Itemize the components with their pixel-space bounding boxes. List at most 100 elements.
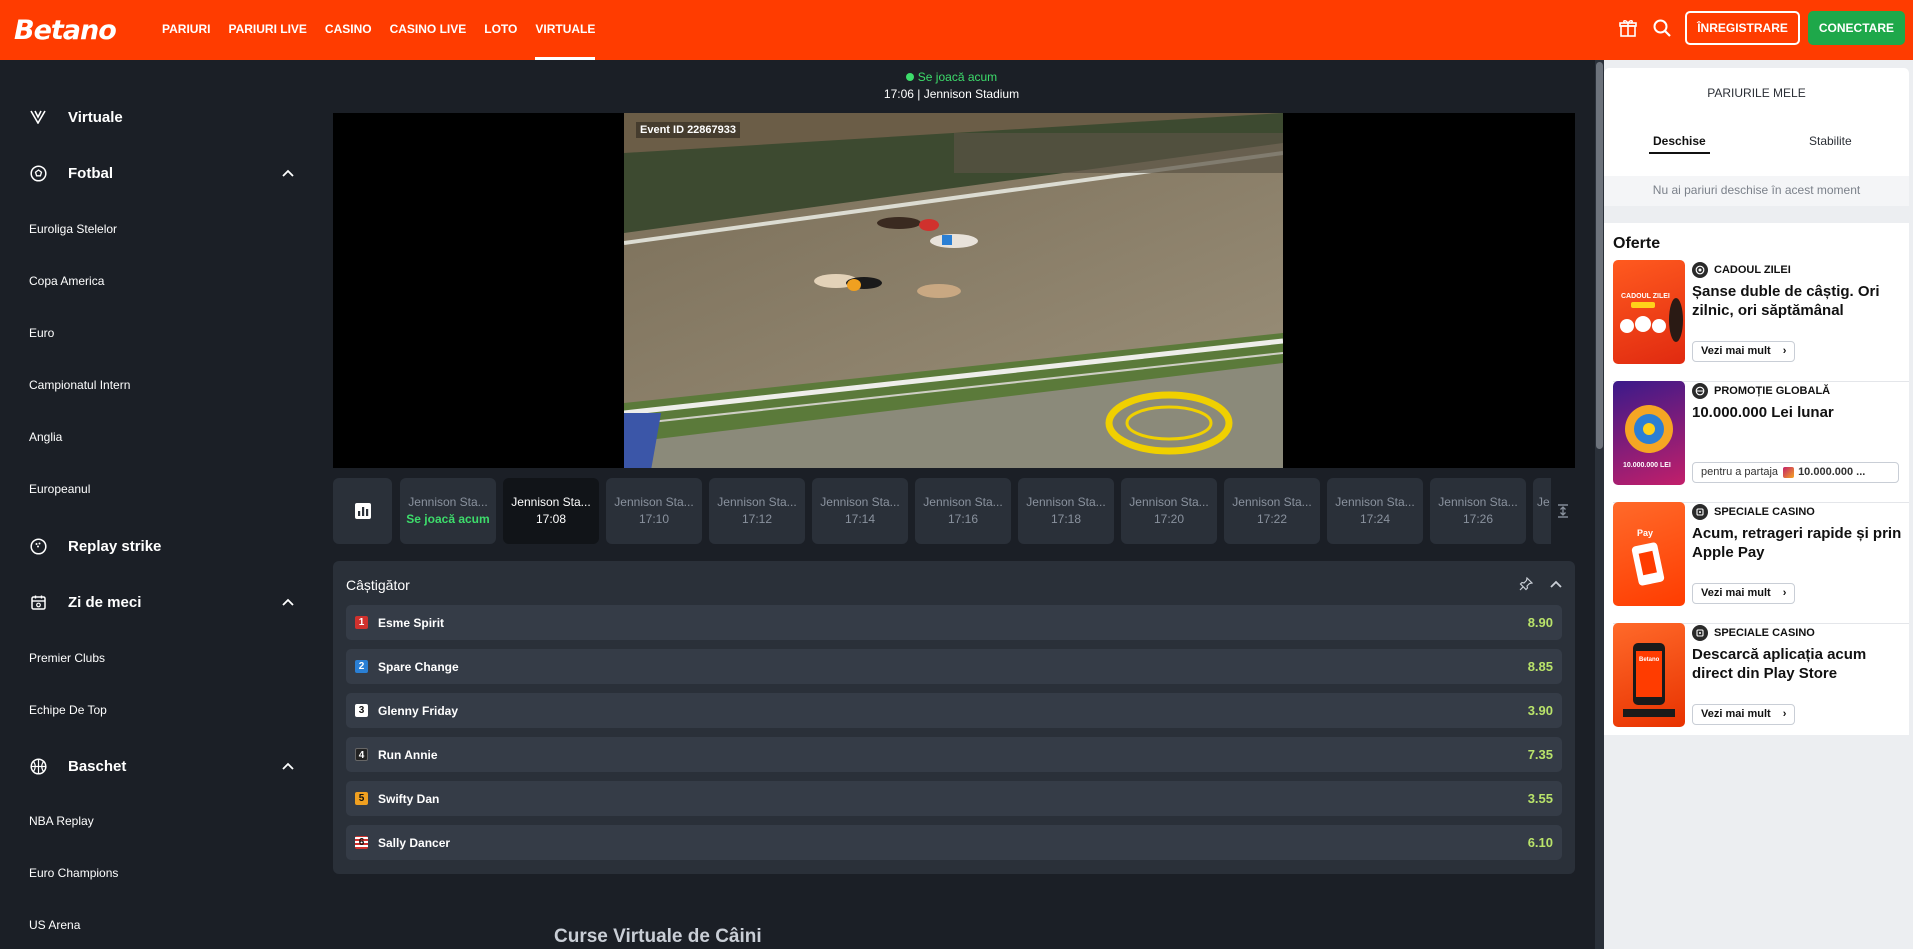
chevron-up-icon[interactable] xyxy=(281,595,295,609)
race-tab-time: 17:16 xyxy=(947,512,979,526)
runner-odds[interactable]: 3.90 xyxy=(1528,703,1553,718)
casino-icon xyxy=(1692,504,1708,520)
tab-open-bets[interactable]: Deschise xyxy=(1649,134,1710,154)
collapse-strip-icon[interactable] xyxy=(1551,478,1575,544)
sidebar-item-fotbal[interactable]: Fotbal xyxy=(29,164,113,182)
race-schedule-strip: Jennison Sta... Se joacă acum Jennison St… xyxy=(333,478,1575,544)
sidebar-item-us-arena[interactable]: US Arena xyxy=(29,918,80,932)
sidebar-item-virtuale[interactable]: Virtuale xyxy=(29,108,123,126)
runner-name: Swifty Dan xyxy=(378,791,440,806)
race-tab-name: Jennison Sta... xyxy=(820,495,900,509)
offer-more-button[interactable]: Vezi mai mult › xyxy=(1692,341,1796,362)
sidebar-item-echipe-de-top[interactable]: Echipe De Top xyxy=(29,703,107,717)
live-dot-icon xyxy=(905,73,914,81)
runner-row[interactable]: 4 Run Annie 7.35 xyxy=(346,737,1562,772)
sidebar-item-campionatul-intern[interactable]: Campionatul Intern xyxy=(29,378,130,392)
chevron-up-icon[interactable] xyxy=(281,166,295,180)
race-tab-partial[interactable]: Je xyxy=(1533,478,1551,544)
sidebar-item-copa-america[interactable]: Copa America xyxy=(29,274,104,288)
offer-more-button[interactable]: Vezi mai mult › xyxy=(1692,704,1796,725)
betano-logo[interactable]: Betano xyxy=(14,15,162,46)
nav-pariuri[interactable]: PARIURI xyxy=(162,0,210,60)
race-tab[interactable]: Jennison Sta... 17:10 xyxy=(606,478,702,544)
login-button[interactable]: CONECTARE xyxy=(1807,11,1905,45)
trap-badge: 3 xyxy=(355,704,368,717)
football-icon xyxy=(29,164,47,182)
race-tab[interactable]: Jennison Sta... 17:08 xyxy=(503,478,599,544)
offer-item[interactable]: Pay SPECIALE CASINO Acum, retrageri rapi… xyxy=(1613,502,1909,612)
sidebar-item-replay-strike[interactable]: Replay strike xyxy=(29,537,161,555)
market-title: Câștigător xyxy=(346,577,410,593)
page-scrollbar[interactable] xyxy=(1595,60,1604,949)
race-tab[interactable]: Jennison Sta... 17:18 xyxy=(1018,478,1114,544)
offer-title: Șanse duble de câștig. Ori zilnic, ori s… xyxy=(1692,283,1880,319)
market-actions xyxy=(1505,575,1565,593)
runner-name: Run Annie xyxy=(378,747,438,762)
tab-settled-bets[interactable]: Stabilite xyxy=(1809,134,1852,148)
offers-title: Oferte xyxy=(1613,235,1661,252)
register-button[interactable]: ÎNREGISTRARE xyxy=(1685,11,1800,45)
runner-odds[interactable]: 7.35 xyxy=(1528,747,1553,762)
offer-share-button[interactable]: pentru a partaja 10.000.000 ... xyxy=(1692,462,1899,483)
pin-icon[interactable] xyxy=(1517,575,1535,593)
race-tab-name: Jennison Sta... xyxy=(1232,495,1312,509)
runner-odds[interactable]: 8.90 xyxy=(1528,615,1553,630)
sidebar-item-premier-clubs[interactable]: Premier Clubs xyxy=(29,651,105,665)
offer-category-label: PROMOȚIE GLOBALĂ xyxy=(1714,385,1831,397)
runner-odds[interactable]: 3.55 xyxy=(1528,791,1553,806)
sidebar-item-zi-de-meci[interactable]: Zi de meci xyxy=(29,593,141,611)
offer-category: PROMOȚIE GLOBALĂ xyxy=(1692,383,1830,399)
runner-row[interactable]: 1 Esme Spirit 8.90 xyxy=(346,605,1562,640)
race-tab[interactable]: Jennison Sta... 17:26 xyxy=(1430,478,1526,544)
chevron-up-icon[interactable] xyxy=(1547,575,1565,593)
main-content: Se joacă acum 17:06 | Jennison Stadium E… xyxy=(308,60,1595,949)
sidebar-item-euro[interactable]: Euro xyxy=(29,326,54,340)
sidebar-item-anglia[interactable]: Anglia xyxy=(29,430,62,444)
search-icon[interactable] xyxy=(1651,17,1673,39)
race-tab-name: Jennison Sta... xyxy=(1335,495,1415,509)
race-tab[interactable]: Jennison Sta... 17:20 xyxy=(1121,478,1217,544)
gift-icon[interactable] xyxy=(1617,17,1639,39)
race-tab[interactable]: Jennison Sta... 17:12 xyxy=(709,478,805,544)
trap-badge: 6 xyxy=(355,836,368,849)
offer-item[interactable]: CADOUL ZILEI CADOUL ZILEI Șanse duble de… xyxy=(1613,260,1909,370)
offer-item[interactable]: Betano SPECIALE CASINO Descarcă aplicați… xyxy=(1613,623,1909,733)
race-tab[interactable]: Jennison Sta... 17:22 xyxy=(1224,478,1320,544)
runner-row[interactable]: 2 Spare Change 8.85 xyxy=(346,649,1562,684)
nav-casino[interactable]: CASINO xyxy=(325,0,372,60)
sidebar-item-baschet[interactable]: Baschet xyxy=(29,757,126,775)
runner-name: Esme Spirit xyxy=(378,615,445,630)
virtuale-icon xyxy=(29,108,47,126)
runner-row[interactable]: 5 Swifty Dan 3.55 xyxy=(346,781,1562,816)
race-tab-time: 17:26 xyxy=(1462,512,1494,526)
bowling-icon xyxy=(29,537,47,555)
sidebar-item-europeanul[interactable]: Europeanul xyxy=(29,482,90,496)
runner-row[interactable]: 6 Sally Dancer 6.10 xyxy=(346,825,1562,860)
nav-loto[interactable]: LOTO xyxy=(484,0,517,60)
runner-odds[interactable]: 6.10 xyxy=(1528,835,1553,850)
race-tab[interactable]: Jennison Sta... 17:24 xyxy=(1327,478,1423,544)
race-tab[interactable]: Jennison Sta... 17:16 xyxy=(915,478,1011,544)
bar-chart-icon xyxy=(354,503,371,519)
video-player[interactable]: Event ID 22867933 xyxy=(333,113,1575,468)
offer-item[interactable]: 10.000.000 LEI PROMOȚIE GLOBALĂ 10.000.0… xyxy=(1613,381,1909,491)
stats-button[interactable] xyxy=(333,478,392,544)
race-tab-name: Jennison Sta... xyxy=(614,495,694,509)
runner-odds[interactable]: 8.85 xyxy=(1528,659,1553,674)
sidebar-item-euro-champions[interactable]: Euro Champions xyxy=(29,866,118,880)
offer-more-button[interactable]: Vezi mai mult › xyxy=(1692,583,1796,604)
runner-row[interactable]: 3 Glenny Friday 3.90 xyxy=(346,693,1562,728)
sidebar-item-nba-replay[interactable]: NBA Replay xyxy=(29,814,94,828)
sidebar-label: Zi de meci xyxy=(68,593,142,611)
nav-virtuale[interactable]: VIRTUALE xyxy=(535,0,596,60)
chevron-up-icon[interactable] xyxy=(281,759,295,773)
nav-pariuri-live[interactable]: PARIURI LIVE xyxy=(228,0,306,60)
race-tab[interactable]: Jennison Sta... Se joacă acum xyxy=(400,478,496,544)
scrollbar-thumb[interactable] xyxy=(1596,62,1603,449)
sidebar-item-euroliga-stelelor[interactable]: Euroliga Stelelor xyxy=(29,222,117,236)
race-tab-name: Jennison Sta... xyxy=(408,495,488,509)
runner-name: Spare Change xyxy=(378,659,459,674)
chevron-right-icon: › xyxy=(1782,708,1787,720)
nav-casino-live[interactable]: CASINO LIVE xyxy=(390,0,467,60)
race-tab[interactable]: Jennison Sta... 17:14 xyxy=(812,478,908,544)
